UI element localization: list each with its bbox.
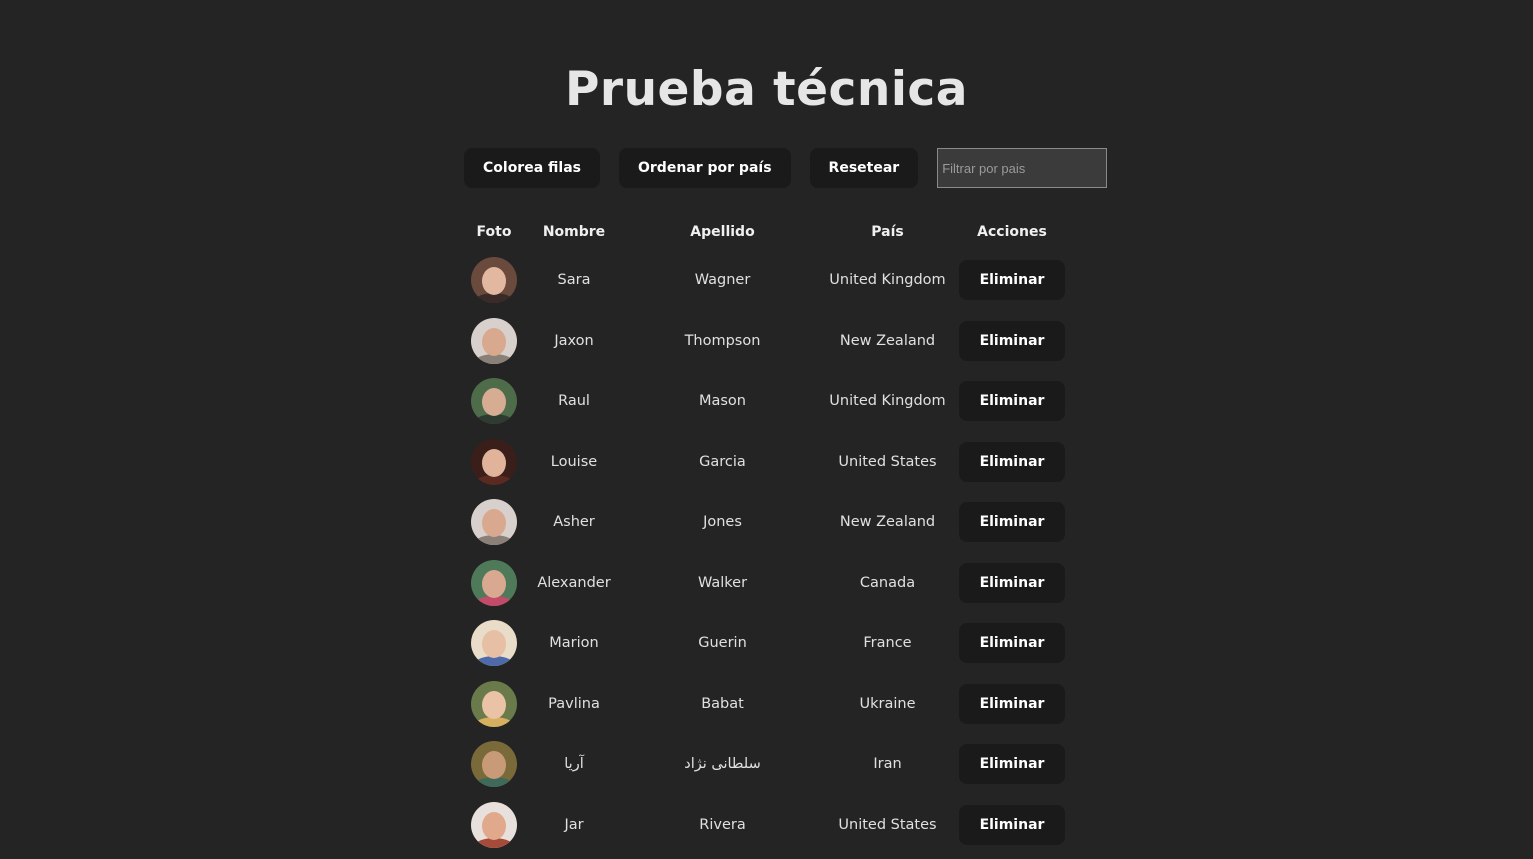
table-header-row: Foto Nombre Apellido País Acciones [464,214,1070,250]
photo-cell [464,492,524,553]
country-cell: Ukraine [859,695,916,712]
first-name-cell: Alexander [537,574,611,591]
delete-button[interactable]: Eliminar [958,441,1066,482]
first-name-cell: Sara [557,272,591,289]
first-name-cell: Pavlina [548,695,600,712]
reset-button[interactable]: Resetear [809,148,919,188]
country-cell: United States [838,453,937,470]
actions-cell: Eliminar [954,734,1070,795]
country-cell: New Zealand [839,514,936,531]
table-row: Asher Jones New Zealand Eliminar [464,492,1070,553]
table-row: Jaxon Thompson New Zealand Eliminar [464,311,1070,372]
sort-by-country-button[interactable]: Ordenar por país [619,148,791,188]
last-name-cell: Garcia [699,453,746,470]
last-name-cell: Walker [697,574,748,591]
last-name-cell: Mason [698,393,746,410]
delete-button[interactable]: Eliminar [958,744,1066,785]
avatar [471,317,517,364]
last-name-cell: Rivera [699,816,746,833]
header-photo: Foto [476,224,512,240]
delete-button[interactable]: Eliminar [958,562,1066,603]
delete-button[interactable]: Eliminar [958,502,1066,543]
first-name-cell: Raul [558,393,590,410]
actions-cell: Eliminar [954,432,1070,493]
avatar [471,741,517,788]
table-row: Marion Guerin France Eliminar [464,613,1070,674]
avatar [471,257,517,304]
avatar [471,680,517,727]
header-country: País [871,224,904,240]
country-cell: United Kingdom [829,272,946,289]
table-row: Louise Garcia United States Eliminar [464,432,1070,493]
table-row: Pavlina Babat Ukraine Eliminar [464,674,1070,735]
delete-button[interactable]: Eliminar [958,320,1066,361]
header-first-name: Nombre [542,224,606,240]
photo-cell [464,432,524,493]
country-filter-input[interactable] [937,148,1108,188]
table-row: Jar Rivera United States Eliminar [464,795,1070,856]
first-name-cell: Jar [564,816,584,833]
table-row: آریا سلطانی نژاد Iran Eliminar [464,734,1070,795]
table-body: Sara Wagner United Kingdom Eliminar Jaxon Tho… [464,250,1070,855]
first-name-cell: Asher [553,514,595,531]
photo-cell [464,371,524,432]
last-name-cell: Thompson [684,332,761,349]
first-name-cell: Louise [550,453,598,470]
country-cell: Canada [859,574,916,591]
country-cell: Iran [873,756,902,773]
photo-cell [464,613,524,674]
last-name-cell: Jones [703,514,742,531]
avatar [471,378,517,425]
last-name-cell: Guerin [698,635,747,652]
photo-cell [464,734,524,795]
toolbar: Colorea filas Ordenar por país Resetear [464,148,1108,188]
avatar [471,801,517,848]
last-name-cell: Babat [701,695,744,712]
table-row: Alexander Walker Canada Eliminar [464,553,1070,614]
actions-cell: Eliminar [954,795,1070,856]
delete-button[interactable]: Eliminar [958,381,1066,422]
photo-cell [464,250,524,311]
avatar [471,499,517,546]
actions-cell: Eliminar [954,674,1070,735]
photo-cell [464,795,524,856]
first-name-cell: Marion [549,635,599,652]
first-name-cell: Jaxon [554,332,594,349]
avatar [471,559,517,606]
header-actions: Acciones [977,224,1047,240]
page-title: Prueba técnica [564,62,969,117]
photo-cell [464,553,524,614]
delete-button[interactable]: Eliminar [958,260,1066,301]
actions-cell: Eliminar [954,492,1070,553]
photo-cell [464,311,524,372]
color-rows-button[interactable]: Colorea filas [464,148,600,188]
table-row: Raul Mason United Kingdom Eliminar [464,371,1070,432]
country-cell: United States [838,816,937,833]
avatar [471,620,517,667]
photo-cell [464,674,524,735]
actions-cell: Eliminar [954,250,1070,311]
country-cell: France [863,635,912,652]
country-cell: New Zealand [839,332,936,349]
actions-cell: Eliminar [954,613,1070,674]
last-name-cell: Wagner [694,272,751,289]
table-row: Sara Wagner United Kingdom Eliminar [464,250,1070,311]
delete-button[interactable]: Eliminar [958,683,1066,724]
delete-button[interactable]: Eliminar [958,623,1066,664]
actions-cell: Eliminar [954,371,1070,432]
actions-cell: Eliminar [954,311,1070,372]
avatar [471,438,517,485]
country-cell: United Kingdom [829,393,946,410]
header-last-name: Apellido [690,224,755,240]
delete-button[interactable]: Eliminar [958,804,1066,845]
first-name-cell: آریا [564,756,584,773]
users-table: Foto Nombre Apellido País Acciones Sara W… [464,214,1070,855]
page: Prueba técnica Colorea filas Ordenar por… [0,0,1533,859]
last-name-cell: سلطانی نژاد [684,756,761,773]
actions-cell: Eliminar [954,553,1070,614]
